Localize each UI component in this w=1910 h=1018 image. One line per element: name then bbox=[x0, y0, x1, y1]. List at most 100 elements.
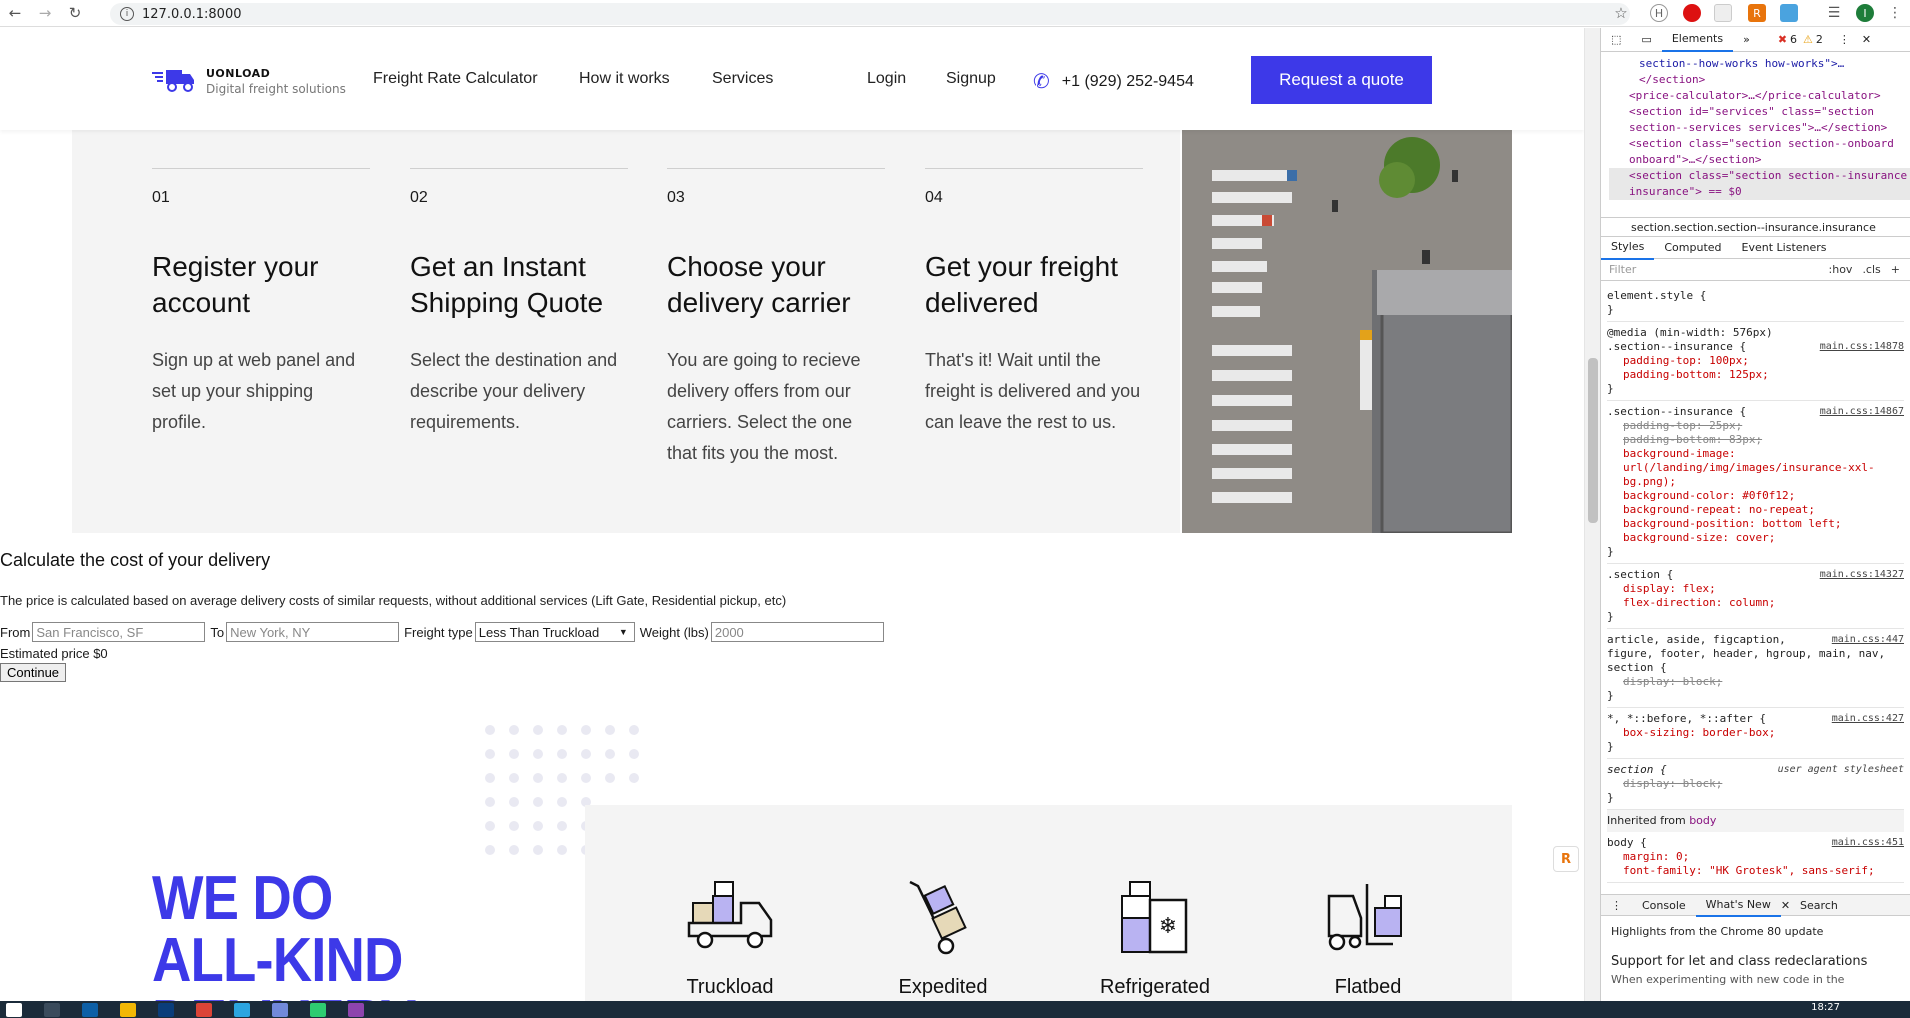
rule-property[interactable]: background-image: url(/landing/img/image… bbox=[1607, 447, 1904, 489]
rule-property[interactable]: box-sizing: border-box; bbox=[1607, 726, 1904, 740]
app-icon[interactable] bbox=[310, 1002, 326, 1017]
rule-property[interactable]: background-repeat: no-repeat; bbox=[1607, 503, 1904, 517]
drawer-menu-icon[interactable]: ⋮ bbox=[1601, 893, 1632, 917]
address-bar[interactable]: i 127.0.0.1:8000 bbox=[110, 3, 1630, 25]
explorer-icon[interactable] bbox=[120, 1002, 136, 1017]
menu-icon[interactable]: ⋮ bbox=[1886, 4, 1904, 22]
rule-property-overridden[interactable]: padding-bottom: 83px; bbox=[1607, 433, 1904, 447]
forward-icon[interactable]: → bbox=[30, 0, 60, 27]
rule-property[interactable]: background-position: bottom left; bbox=[1607, 517, 1904, 531]
hov-toggle[interactable]: :hov bbox=[1829, 263, 1853, 276]
service-flatbed[interactable]: Flatbed bbox=[1283, 878, 1453, 999]
dom-breadcrumb[interactable]: section.section.section--insurance.insur… bbox=[1601, 217, 1910, 237]
from-input[interactable] bbox=[32, 622, 206, 642]
rule-property-overridden[interactable]: display: block; bbox=[1607, 675, 1904, 689]
rule-property-overridden[interactable]: padding-top: 25px; bbox=[1607, 419, 1904, 433]
dom-node[interactable]: </section> bbox=[1609, 72, 1910, 88]
chrome-icon[interactable] bbox=[196, 1002, 212, 1017]
rule-property[interactable]: padding-bottom: 125px; bbox=[1607, 368, 1904, 382]
inherited-element[interactable]: body bbox=[1689, 814, 1716, 827]
cls-toggle[interactable]: .cls bbox=[1862, 263, 1880, 276]
close-devtools-icon[interactable]: ✕ bbox=[1862, 33, 1871, 46]
rule-source-link[interactable]: main.css:14867 bbox=[1820, 405, 1904, 419]
telegram-icon[interactable] bbox=[234, 1002, 250, 1017]
rule-property-overridden[interactable]: display: block; bbox=[1607, 777, 1904, 791]
rule-property[interactable]: display: flex; bbox=[1607, 582, 1904, 596]
rule-property[interactable]: padding-top: 100px; bbox=[1607, 354, 1904, 368]
extension-icon[interactable]: H bbox=[1650, 4, 1668, 22]
continue-button[interactable]: Continue bbox=[0, 663, 67, 682]
rule-property[interactable]: font-family: "HK Grotesk", sans-serif; bbox=[1607, 864, 1904, 878]
freight-type-select[interactable]: Less Than Truckload ▼ bbox=[474, 622, 635, 642]
photoshop-icon[interactable] bbox=[158, 1002, 174, 1017]
brand-tagline: Digital freight solutions bbox=[206, 81, 346, 96]
nav-how-it-works[interactable]: How it works bbox=[579, 70, 670, 88]
reload-icon[interactable]: ↻ bbox=[60, 0, 90, 27]
extension-red-icon[interactable] bbox=[1683, 4, 1701, 22]
add-rule-icon[interactable]: + bbox=[1891, 263, 1900, 276]
error-icon[interactable]: ✖ bbox=[1778, 33, 1787, 46]
signup-link[interactable]: Signup bbox=[946, 70, 996, 88]
service-refrigerated[interactable]: ❄ Refrigerated bbox=[1070, 878, 1240, 999]
service-truckload[interactable]: Truckload bbox=[645, 878, 815, 999]
filter-input[interactable]: Filter bbox=[1609, 263, 1829, 276]
phone-icon: ✆ bbox=[1033, 71, 1050, 93]
calculator-title: Calculate the cost of your delivery bbox=[0, 550, 271, 570]
back-icon[interactable]: ← bbox=[0, 0, 30, 27]
site-logo[interactable]: UONLOAD Digital freight solutions bbox=[152, 66, 346, 96]
playlist-icon[interactable]: ☰ bbox=[1825, 4, 1843, 22]
extension-blank-icon[interactable] bbox=[1714, 4, 1732, 22]
service-expedited[interactable]: Expedited bbox=[858, 878, 1028, 999]
warning-icon[interactable]: ⚠ bbox=[1803, 33, 1813, 46]
rule-property[interactable]: margin: 0; bbox=[1607, 850, 1904, 864]
task-view-icon[interactable] bbox=[82, 1002, 98, 1017]
inspect-icon[interactable]: ⬚ bbox=[1601, 28, 1631, 52]
more-tabs-icon[interactable]: » bbox=[1733, 28, 1760, 52]
phone-link[interactable]: ✆ +1 (929) 252-9454 bbox=[1033, 69, 1194, 94]
floating-extension-icon[interactable]: R bbox=[1553, 846, 1579, 872]
search-icon[interactable] bbox=[44, 1002, 60, 1017]
tab-computed[interactable]: Computed bbox=[1654, 236, 1731, 260]
weight-input[interactable] bbox=[710, 622, 884, 642]
rule-source-link[interactable]: main.css:427 bbox=[1832, 712, 1904, 726]
app-icon[interactable] bbox=[348, 1002, 364, 1017]
rule-property[interactable]: flex-direction: column; bbox=[1607, 596, 1904, 610]
tab-event-listeners[interactable]: Event Listeners bbox=[1732, 236, 1837, 260]
login-link[interactable]: Login bbox=[867, 70, 906, 88]
to-input[interactable] bbox=[226, 622, 400, 642]
rule-source-link[interactable]: main.css:451 bbox=[1832, 836, 1904, 850]
discord-icon[interactable] bbox=[272, 1002, 288, 1017]
device-toggle-icon[interactable]: ▭ bbox=[1631, 28, 1661, 52]
rule-source-link[interactable]: main.css:14327 bbox=[1820, 568, 1904, 582]
devtools-menu-icon[interactable]: ⋮ bbox=[1839, 33, 1850, 46]
rule-selector: element.style { bbox=[1607, 289, 1707, 302]
nav-freight-rate-calculator[interactable]: Freight Rate Calculator bbox=[373, 70, 538, 88]
dom-node[interactable]: <section id="services" class="section se… bbox=[1609, 104, 1910, 136]
service-label: Truckload bbox=[686, 976, 774, 998]
dom-node-selected[interactable]: <section class="section section--insuran… bbox=[1609, 168, 1910, 200]
dom-node[interactable]: <section class="section section--onboard… bbox=[1609, 136, 1910, 168]
rule-property[interactable]: background-size: cover; bbox=[1607, 531, 1904, 545]
tab-whats-new[interactable]: What's New bbox=[1695, 893, 1781, 917]
tab-search[interactable]: Search bbox=[1790, 893, 1848, 917]
dom-node[interactable]: section--how-works how-works">… bbox=[1609, 56, 1910, 72]
tab-console[interactable]: Console bbox=[1632, 893, 1696, 917]
extension-orange-icon[interactable]: R bbox=[1748, 4, 1766, 22]
profile-avatar[interactable]: I bbox=[1856, 4, 1874, 22]
dom-node[interactable]: <price-calculator>…</price-calculator> bbox=[1609, 88, 1910, 104]
scrollbar-thumb[interactable] bbox=[1588, 358, 1598, 523]
nav-services[interactable]: Services bbox=[712, 70, 773, 88]
tab-styles[interactable]: Styles bbox=[1601, 236, 1655, 260]
extension-blue-icon[interactable] bbox=[1780, 4, 1798, 22]
whats-new-item[interactable]: Support for let and class redeclarations bbox=[1611, 954, 1901, 969]
info-icon[interactable]: i bbox=[120, 7, 134, 21]
request-quote-button[interactable]: Request a quote bbox=[1251, 56, 1432, 104]
windows-start-icon[interactable] bbox=[6, 1002, 22, 1017]
rule-source-link[interactable]: main.css:447 bbox=[1832, 633, 1904, 647]
tab-elements[interactable]: Elements bbox=[1661, 28, 1734, 52]
page-scrollbar[interactable] bbox=[1584, 28, 1600, 1001]
bookmark-star-icon[interactable]: ☆ bbox=[1612, 4, 1630, 22]
close-tab-icon[interactable]: ✕ bbox=[1781, 899, 1790, 912]
rule-source-link[interactable]: main.css:14878 bbox=[1820, 340, 1904, 354]
rule-property[interactable]: background-color: #0f0f12; bbox=[1607, 489, 1904, 503]
